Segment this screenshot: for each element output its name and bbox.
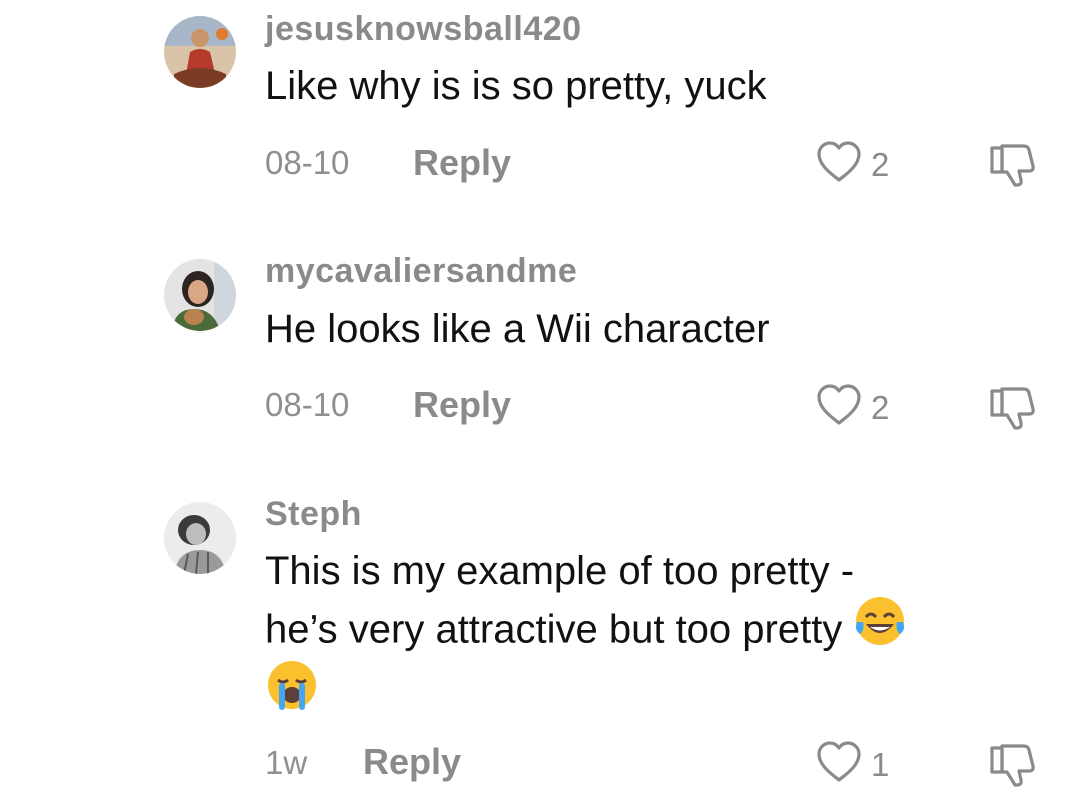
dislike-button[interactable] [988,385,1038,436]
comment-text: He looks like a Wii character [265,307,770,351]
thumbs-down-outline-icon [988,744,1038,792]
comment-date: 08-10 [265,386,350,423]
comment-date: 1w [265,744,308,781]
dislike-button[interactable] [988,142,1038,193]
comment-username[interactable]: Steph [265,495,362,534]
comment-text-line [265,661,1055,728]
reply-button[interactable]: Reply [363,741,461,783]
like-count: 1 [871,745,890,783]
heart-outline-icon [815,140,863,189]
like-count: 2 [871,145,890,183]
face-with-tears-of-joy-icon [853,594,907,664]
comment-text: Like why is is so pretty, yuck [265,64,767,108]
loudly-crying-face-icon [265,658,319,728]
reply-button[interactable]: Reply [413,142,511,184]
like-button[interactable]: 2 [815,140,889,189]
comment-text-line: he’s very attractive but too pretty [265,597,1055,664]
heart-outline-icon [815,740,863,789]
like-button[interactable]: 1 [815,740,889,789]
comment-text-line: This is my example of too pretty - [265,549,855,593]
avatar[interactable] [164,502,236,574]
like-count: 2 [871,388,890,426]
comment-text: This is my example of too pretty - he’s … [265,543,1055,728]
avatar[interactable] [164,259,236,331]
dislike-button[interactable] [988,742,1038,793]
avatar[interactable] [164,16,236,88]
comment-username[interactable]: mycavaliersandme [265,252,577,291]
thumbs-down-outline-icon [988,144,1038,192]
comment-date: 08-10 [265,144,350,181]
reply-button[interactable]: Reply [413,384,511,426]
heart-outline-icon [815,383,863,432]
comment-username[interactable]: jesusknowsball420 [265,10,582,49]
thumbs-down-outline-icon [988,387,1038,435]
like-button[interactable]: 2 [815,383,889,432]
